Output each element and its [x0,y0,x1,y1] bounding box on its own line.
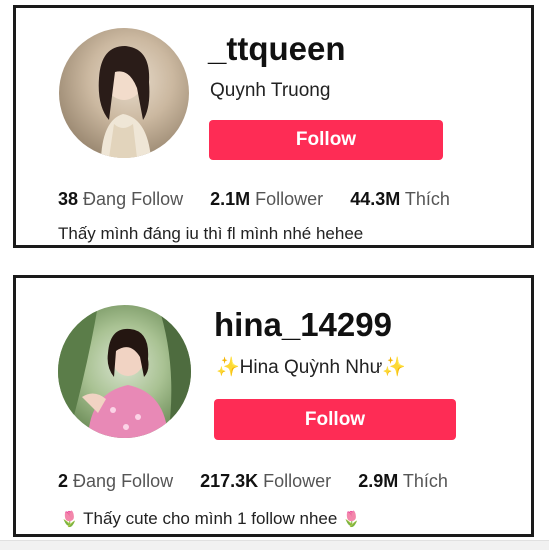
sparkle-icon: ✨ [382,357,406,378]
likes-stat: 2.9M Thích [358,471,448,492]
username: hina_14299 [214,306,392,343]
likes-label: Thích [402,471,448,491]
likes-count: 44.3M [350,189,401,209]
avatar-photo [58,305,191,438]
profile-stats: 38 Đang Follow 2.1M Follower 44.3M Thích [58,189,472,210]
following-label: Đang Follow [83,189,184,209]
profile-card-1: _ttqueen Quynh Truong Follow 38 Đang Fol… [13,5,534,248]
likes-stat: 44.3M Thích [350,189,450,210]
profile-card-2: hina_14299 ✨Hina Quỳnh Như✨ Follow 2 Đan… [13,275,534,537]
sparkle-icon: ✨ [216,357,240,378]
following-stat[interactable]: 38 Đang Follow [58,189,183,210]
avatar[interactable] [58,305,191,438]
follow-button[interactable]: Follow [214,399,456,440]
bio: 🌷 Thấy cute cho mình 1 follow nhee 🌷 [60,509,361,529]
bio: Thấy mình đáng iu thì fl mình nhé hehee [58,224,364,243]
display-name-text: Hina Quỳnh Như [239,357,383,378]
followers-count: 217.3K [200,471,259,491]
followers-stat[interactable]: 217.3K Follower [200,471,331,492]
followers-label: Follower [255,189,324,209]
bio-text: Thấy cute cho mình 1 follow nhee [83,509,338,528]
username: _ttqueen [208,30,346,67]
following-count: 2 [58,471,69,491]
tulip-icon: 🌷 [342,511,361,528]
avatar[interactable] [59,28,189,158]
profile-stats: 2 Đang Follow 217.3K Follower 2.9M Thích [58,471,470,492]
display-name: ✨Hina Quỳnh Như✨ [216,355,406,379]
likes-label: Thích [404,189,450,209]
following-label: Đang Follow [73,471,174,491]
followers-stat[interactable]: 2.1M Follower [210,189,323,210]
following-stat[interactable]: 2 Đang Follow [58,471,173,492]
tulip-icon: 🌷 [60,511,79,528]
follow-button[interactable]: Follow [209,120,443,160]
likes-count: 2.9M [358,471,399,491]
followers-count: 2.1M [210,189,251,209]
followers-label: Follower [263,471,332,491]
following-count: 38 [58,189,79,209]
avatar-photo [98,46,151,158]
display-name: Quynh Truong [210,80,331,101]
